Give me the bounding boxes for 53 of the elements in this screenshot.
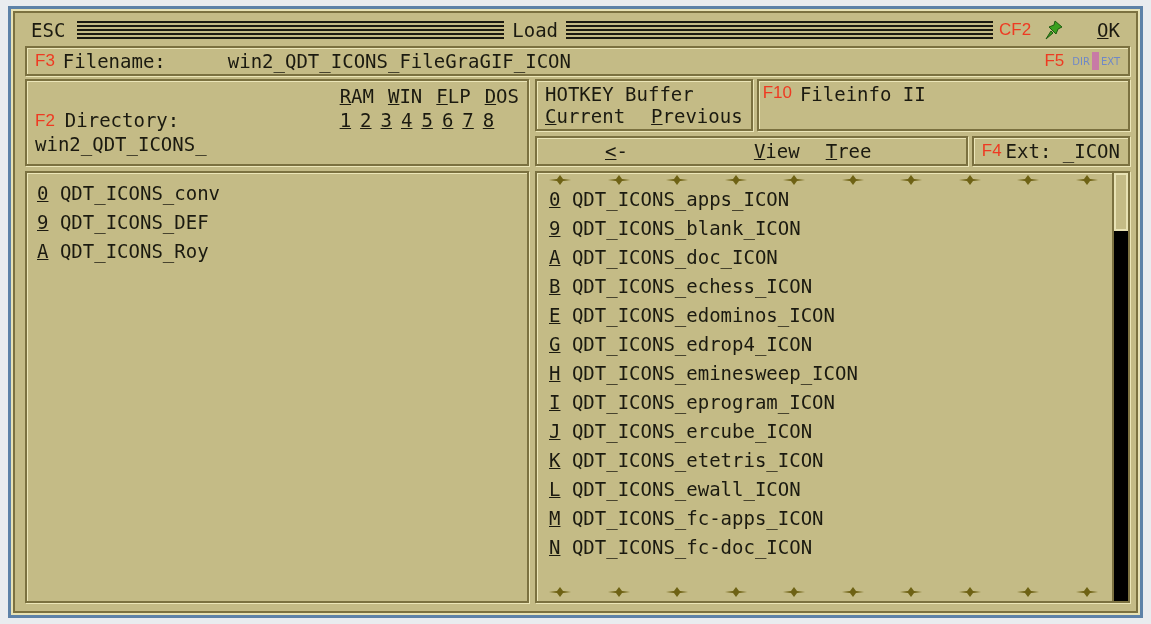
file-item[interactable]: 0 QDT_ICONS_apps_ICON [549, 185, 1102, 214]
back-button[interactable]: <- [605, 140, 628, 162]
key-label: F3 [35, 51, 55, 71]
slot-button[interactable]: 8 [482, 109, 495, 131]
extension-label: Ext: _ICON [1005, 140, 1120, 162]
fileinfo-button[interactable]: Fileinfo II [799, 83, 926, 105]
slot-button[interactable]: 5 [421, 109, 433, 131]
filename-field[interactable]: win2_QDT_ICONS_FileGraGIF_ICON [227, 50, 571, 72]
slot-button[interactable]: 4 [401, 109, 413, 131]
ok-button[interactable]: OK [1091, 19, 1126, 41]
file-item[interactable]: 9 QDT_ICONS_blank_ICON [549, 214, 1102, 243]
key-label: F4 [981, 141, 1002, 161]
buffer-button[interactable]: Previous [651, 105, 743, 127]
file-item[interactable]: B QDT_ICONS_echess_ICON [549, 272, 1102, 301]
directory-label: Directory: [64, 109, 180, 131]
slot-button[interactable]: 2 [360, 109, 372, 131]
buffer-title: HOTKEY Buffer [545, 83, 695, 105]
slot-button[interactable]: 1 [339, 109, 352, 131]
scroll-thumb[interactable] [1114, 173, 1128, 231]
key-label: F2 [35, 111, 55, 131]
filename-label: Filename: [62, 50, 166, 72]
directory-path: win2_QDT_ICONS_ [35, 133, 208, 155]
slot-button[interactable]: 7 [462, 109, 474, 131]
hotkey-label: CF2 [998, 20, 1032, 40]
file-item[interactable]: L QDT_ICONS_ewall_ICON [549, 475, 1102, 504]
file-item[interactable]: J QDT_ICONS_ercube_ICON [549, 417, 1102, 446]
file-item[interactable]: G QDT_ICONS_edrop4_ICON [549, 330, 1102, 359]
drive-button[interactable]: DOS [484, 85, 519, 107]
buffer-button[interactable]: Current [545, 105, 626, 127]
directory-item[interactable]: A QDT_ICONS_Roy [37, 237, 517, 266]
escape-button[interactable]: ESC [25, 19, 72, 41]
slot-button[interactable]: 6 [441, 109, 454, 131]
key-label: F10 [762, 83, 792, 103]
file-item[interactable]: K QDT_ICONS_etetris_ICON [549, 446, 1102, 475]
file-item[interactable]: H QDT_ICONS_eminesweep_ICON [549, 359, 1102, 388]
directory-item[interactable]: 0 QDT_ICONS_conv [37, 179, 517, 208]
view-button[interactable]: View [753, 140, 800, 162]
pin-icon[interactable] [1045, 20, 1064, 40]
file-item[interactable]: E QDT_ICONS_edominos_ICON [549, 301, 1102, 330]
file-item[interactable]: I QDT_ICONS_eprogram_ICON [549, 388, 1102, 417]
file-item[interactable]: M QDT_ICONS_fc-apps_ICON [549, 504, 1102, 533]
file-item[interactable]: A QDT_ICONS_doc_ICON [549, 243, 1102, 272]
drive-button[interactable]: FLP [436, 85, 471, 107]
drive-button[interactable]: RAM [339, 85, 374, 107]
scrollbar[interactable] [1112, 173, 1128, 601]
file-item[interactable]: N QDT_ICONS_fc-doc_ICON [549, 533, 1102, 562]
key-label: F5 [1044, 51, 1065, 71]
slot-button[interactable]: 3 [380, 109, 392, 131]
tree-button[interactable]: Tree [825, 140, 872, 162]
directory-item[interactable]: 9 QDT_ICONS_DEF [37, 208, 517, 237]
toggle-switch[interactable] [1091, 52, 1099, 70]
window-title: Load [511, 19, 560, 41]
drive-button[interactable]: WIN [387, 85, 423, 107]
